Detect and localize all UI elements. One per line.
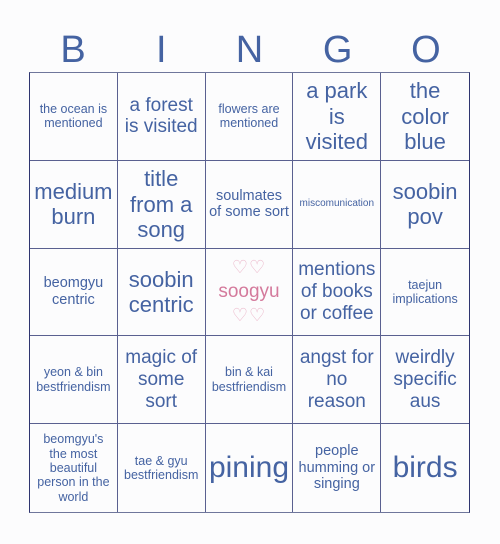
bingo-cell[interactable]: taejun implications — [381, 249, 469, 337]
cell-text: the ocean is mentioned — [39, 102, 108, 131]
header-letter-i: I — [156, 29, 167, 71]
cell-text: bin & kai bestfriendism — [211, 365, 287, 394]
cell-text: title from a song — [130, 166, 193, 242]
bingo-cell[interactable]: soulmates of some sort — [205, 160, 294, 249]
cell-text: taejun implications — [392, 277, 458, 306]
bingo-cell[interactable]: medium burn — [30, 160, 118, 249]
hearts-icon: ♡♡ — [231, 305, 267, 327]
cell-text: beomgyu centric — [43, 275, 104, 308]
bingo-cell[interactable]: magic of some sort — [117, 336, 206, 425]
bingo-cell[interactable]: yeon & bin bestfriendism — [30, 336, 118, 425]
cell-text: soobin centric — [128, 266, 194, 317]
bingo-cell[interactable]: beomgyu's the most beautiful person in t… — [30, 424, 118, 512]
cell-text: beomgyu's the most beautiful person in t… — [37, 432, 110, 504]
bingo-cell[interactable]: title from a song — [117, 160, 206, 249]
bingo-cell[interactable]: people humming or singing — [293, 424, 382, 512]
bingo-cell[interactable]: tae & gyu bestfriendism — [118, 424, 206, 512]
bingo-cell[interactable]: soobin centric — [117, 248, 206, 337]
cell-text: pining — [208, 450, 290, 484]
cell-text: yeon & bin bestfriendism — [36, 365, 111, 394]
bingo-cell[interactable]: birds — [381, 424, 469, 512]
cell-text: soobin pov — [392, 178, 458, 230]
free-space-text: soogyu — [218, 280, 280, 302]
cell-text: a park is visited — [305, 78, 368, 155]
bingo-header: B I N G O — [29, 28, 470, 72]
cell-text: the color blue — [401, 78, 449, 155]
bingo-cell[interactable]: bin & kai bestfriendism — [205, 336, 294, 425]
bingo-cell[interactable]: mentions of books or coffee — [293, 248, 382, 337]
bingo-cell[interactable]: flowers are mentioned — [205, 73, 294, 161]
cell-text: soulmates of some sort — [209, 187, 289, 221]
bingo-cell[interactable]: the ocean is mentioned — [30, 73, 118, 161]
bingo-cell[interactable]: a forest is visited — [117, 73, 206, 161]
cell-text: mentions of books or coffee — [298, 259, 376, 324]
cell-text: flowers are mentioned — [218, 102, 280, 131]
header-letter-b: B — [60, 29, 86, 71]
hearts-icon: ♡♡ — [231, 257, 267, 279]
cell-text: a forest is visited — [124, 94, 198, 138]
bingo-cell[interactable]: pining — [206, 424, 294, 512]
cell-text: weirdly specific aus — [393, 347, 457, 412]
free-space-cell[interactable]: ♡♡ soogyu ♡♡ — [205, 248, 294, 337]
bingo-cell[interactable]: soobin pov — [381, 161, 469, 249]
bingo-cell[interactable]: beomgyu centric — [30, 248, 118, 337]
header-letter-o: O — [411, 29, 441, 71]
cell-text: miscomunication — [299, 198, 375, 210]
cell-text: people humming or singing — [298, 443, 376, 493]
header-letter-n: N — [235, 29, 264, 71]
bingo-cell[interactable]: angst for no reason — [293, 336, 382, 425]
bingo-grid: the ocean is mentioned a forest is visit… — [29, 72, 470, 513]
cell-text: tae & gyu bestfriendism — [124, 453, 199, 483]
header-letter-g: G — [322, 29, 353, 71]
cell-text: medium burn — [34, 178, 113, 230]
cell-text: magic of some sort — [125, 347, 198, 412]
bingo-cell[interactable]: the color blue — [381, 73, 469, 161]
bingo-cell[interactable]: a park is visited — [293, 73, 382, 161]
cell-text: birds — [392, 450, 458, 484]
bingo-cell[interactable]: miscomunication — [293, 160, 382, 249]
cell-text: angst for no reason — [299, 347, 374, 412]
bingo-cell[interactable]: weirdly specific aus — [381, 336, 469, 425]
